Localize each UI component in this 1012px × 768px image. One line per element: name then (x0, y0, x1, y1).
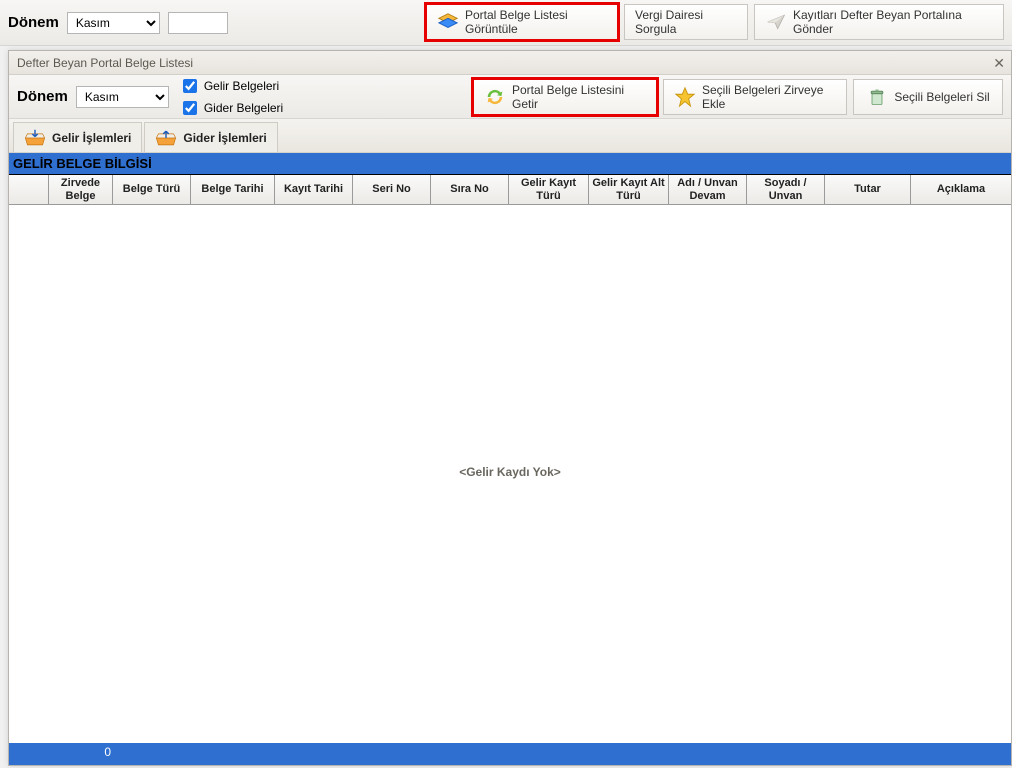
tab-gelir[interactable]: Gelir İşlemleri (13, 122, 142, 152)
donem-select-filter[interactable]: Kasım (76, 86, 169, 108)
layers-icon (437, 11, 459, 33)
tab-gider-label: Gider İşlemleri (183, 131, 266, 145)
status-count: 0 (55, 745, 115, 763)
zirve-ekle-label: Seçili Belgeleri Zirveye Ekle (702, 83, 836, 111)
status-bar: 0 (9, 743, 1011, 765)
getir-label: Portal Belge Listesini Getir (512, 83, 646, 111)
gider-check-label: Gider Belgeleri (204, 101, 283, 115)
section-header: GELİR BELGE BİLGİSİ (9, 153, 1011, 175)
col-zirvede[interactable]: Zirvede Belge (49, 175, 113, 204)
kayitlari-gonder-button[interactable]: Kayıtları Defter Beyan Portalına Gönder (754, 4, 1004, 40)
vergi-sorgula-button[interactable]: Vergi Dairesi Sorgula (624, 4, 748, 40)
gider-checkbox[interactable] (183, 101, 197, 115)
col-sira-no[interactable]: Sıra No (431, 175, 509, 204)
sil-label: Seçili Belgeleri Sil (894, 90, 989, 104)
getir-button[interactable]: Portal Belge Listesini Getir (473, 79, 657, 115)
kayitlari-gonder-label: Kayıtları Defter Beyan Portalına Gönder (793, 8, 993, 36)
col-adi-unvan[interactable]: Adı / Unvan Devam (669, 175, 747, 204)
col-soyadi[interactable]: Soyadı / Unvan (747, 175, 825, 204)
grid-body: <Gelir Kaydı Yok> (9, 205, 1011, 743)
tabs-row: Gelir İşlemleri Gider İşlemleri (9, 119, 1011, 153)
gelir-check-label: Gelir Belgeleri (204, 79, 279, 93)
donem-label-top: Dönem (8, 14, 59, 31)
outer-toolbar: Dönem Kasım Portal Belge Listesi Görüntü… (0, 0, 1012, 46)
col-gelir-alt[interactable]: Gelir Kayıt Alt Türü (589, 175, 669, 204)
belge-checks: Gelir Belgeleri Gider Belgeleri (179, 76, 283, 118)
tab-gelir-label: Gelir İşlemleri (52, 131, 131, 145)
paper-plane-icon (765, 11, 787, 33)
donem-label-filter: Dönem (17, 88, 68, 105)
gelir-belgeleri-check[interactable]: Gelir Belgeleri (179, 76, 283, 96)
col-seri-no[interactable]: Seri No (353, 175, 431, 204)
filter-bar: Dönem Kasım Gelir Belgeleri Gider Belgel… (9, 75, 1011, 119)
close-icon[interactable]: ✕ (993, 55, 1005, 72)
star-icon (674, 86, 696, 108)
portal-goruntule-button[interactable]: Portal Belge Listesi Görüntüle (426, 4, 618, 40)
refresh-icon (484, 86, 506, 108)
upload-tray-icon (155, 127, 177, 149)
col-tutar[interactable]: Tutar (825, 175, 911, 204)
vergi-sorgula-label: Vergi Dairesi Sorgula (635, 8, 737, 36)
sil-button[interactable]: Seçili Belgeleri Sil (853, 79, 1003, 115)
outer-button-group: Portal Belge Listesi Görüntüle Vergi Dai… (426, 4, 1004, 40)
window-titlebar: Defter Beyan Portal Belge Listesi ✕ (9, 51, 1011, 75)
grid-header: Zirvede Belge Belge Türü Belge Tarihi Ka… (9, 175, 1011, 205)
zirve-ekle-button[interactable]: Seçili Belgeleri Zirveye Ekle (663, 79, 847, 115)
download-tray-icon (24, 127, 46, 149)
filter-button-group: Portal Belge Listesini Getir Seçili Belg… (473, 79, 1003, 115)
empty-top-input[interactable] (168, 12, 228, 34)
window-title: Defter Beyan Portal Belge Listesi (17, 56, 193, 70)
gelir-checkbox[interactable] (183, 79, 197, 93)
col-kayit-tarihi[interactable]: Kayıt Tarihi (275, 175, 353, 204)
tab-gider[interactable]: Gider İşlemleri (144, 122, 277, 152)
donem-select-top[interactable]: Kasım (67, 12, 160, 34)
col-belge-turu[interactable]: Belge Türü (113, 175, 191, 204)
col-gelir-kayit[interactable]: Gelir Kayıt Türü (509, 175, 589, 204)
portal-goruntule-label: Portal Belge Listesi Görüntüle (465, 8, 607, 36)
col-belge-tarihi[interactable]: Belge Tarihi (191, 175, 275, 204)
no-data-label: <Gelir Kaydı Yok> (9, 465, 1011, 479)
gider-belgeleri-check[interactable]: Gider Belgeleri (179, 98, 283, 118)
belge-listesi-window: Defter Beyan Portal Belge Listesi ✕ Döne… (8, 50, 1012, 766)
col-aciklama[interactable]: Açıklama (911, 175, 1011, 204)
col-blank[interactable] (9, 175, 49, 204)
trash-icon (866, 86, 888, 108)
